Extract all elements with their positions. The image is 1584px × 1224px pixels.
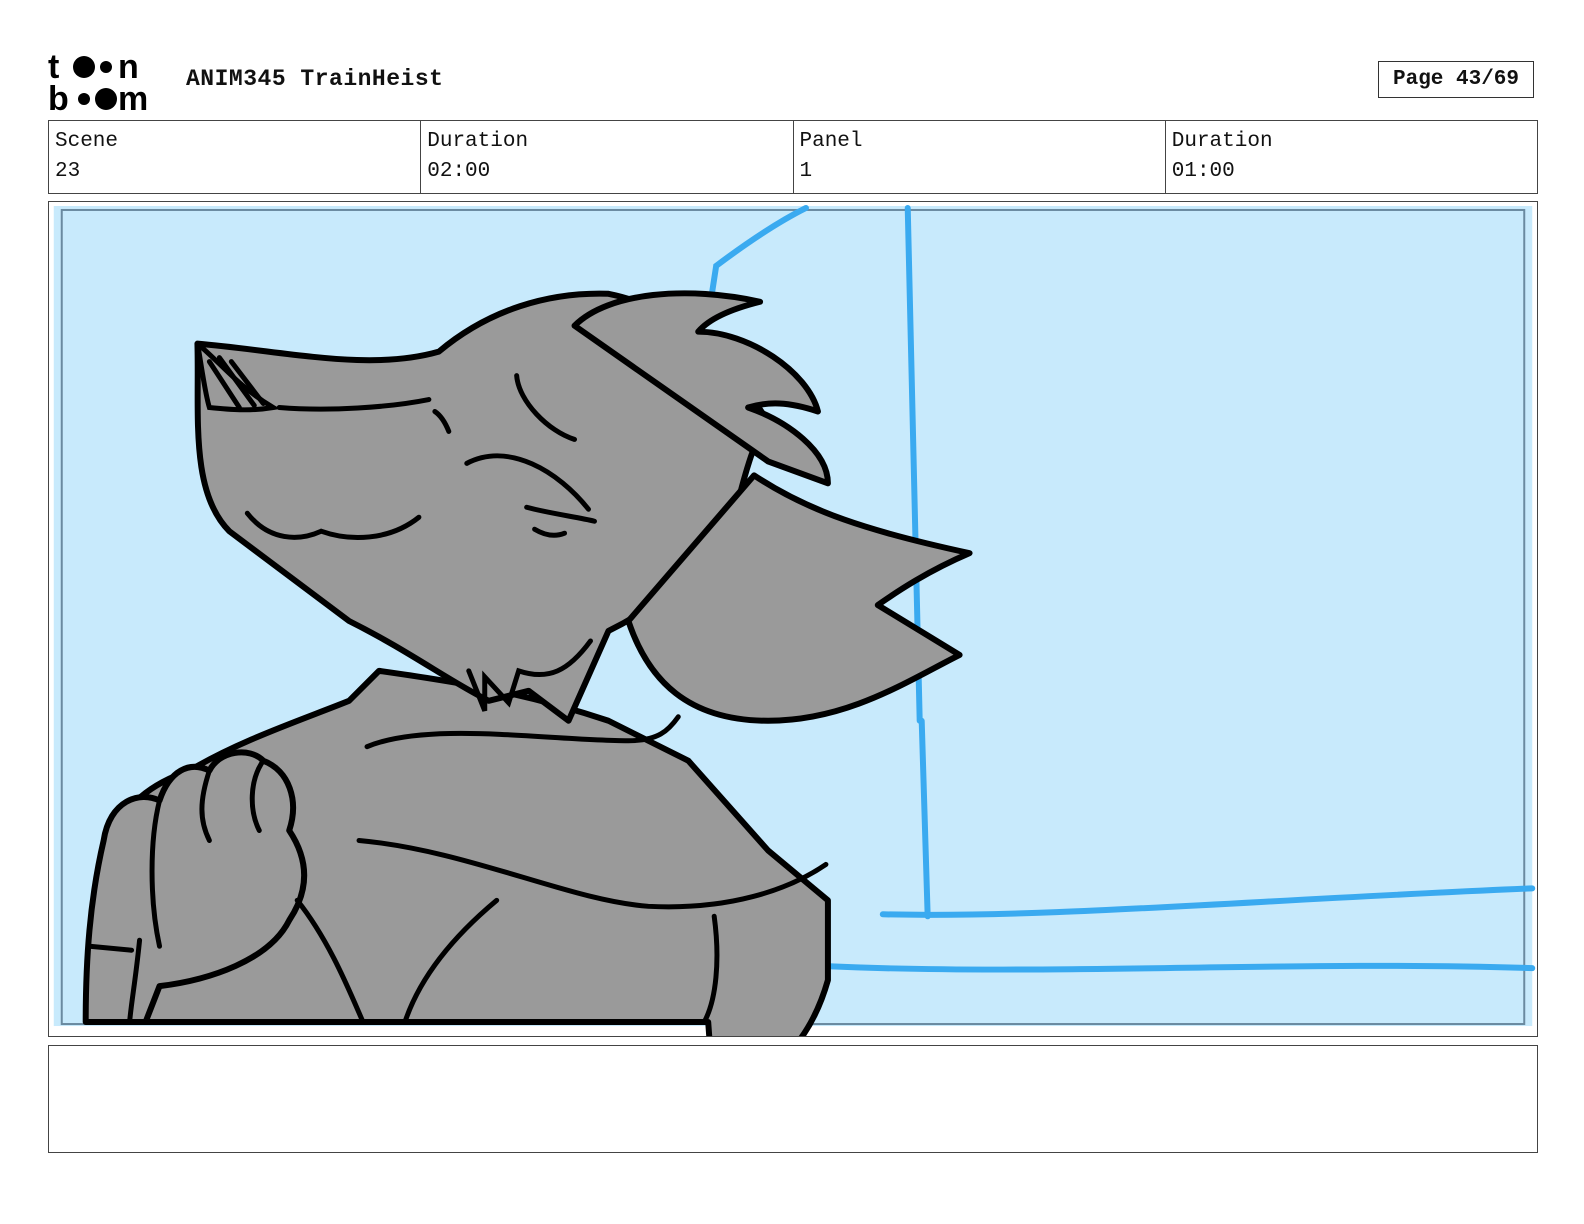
- toon-boom-logo: t n b m: [48, 48, 166, 114]
- page-label: Page 43/69: [1392, 68, 1520, 91]
- panel-cell: Panel 1: [794, 121, 1166, 193]
- scene-duration-label: Duration: [427, 130, 529, 153]
- panel-notes-box: [48, 1045, 1538, 1153]
- storyboard-panel: [48, 201, 1538, 1037]
- panel-duration-cell: Duration 01:00: [1166, 121, 1537, 193]
- panel-info-table: Scene 23 Duration 02:00 Panel 1 Duration…: [48, 120, 1538, 194]
- page-indicator: Page 43/69: [1378, 61, 1534, 98]
- svg-text:b: b: [48, 80, 69, 114]
- scene-duration-cell: Duration 02:00: [421, 121, 794, 193]
- panel-duration-label: Duration: [1171, 130, 1273, 153]
- panel-duration-value: 01:00: [1171, 160, 1235, 183]
- scene-duration-value: 02:00: [427, 160, 491, 183]
- panel-label: Panel: [799, 130, 863, 153]
- scene-value: 23: [55, 160, 81, 183]
- panel-drawing: [53, 204, 1536, 1036]
- project-title: ANIM345 TrainHeist: [186, 66, 444, 92]
- scene-cell: Scene 23: [49, 121, 422, 193]
- svg-text:m: m: [118, 80, 148, 114]
- panel-value: 1: [799, 160, 813, 183]
- scene-label: Scene: [55, 130, 119, 153]
